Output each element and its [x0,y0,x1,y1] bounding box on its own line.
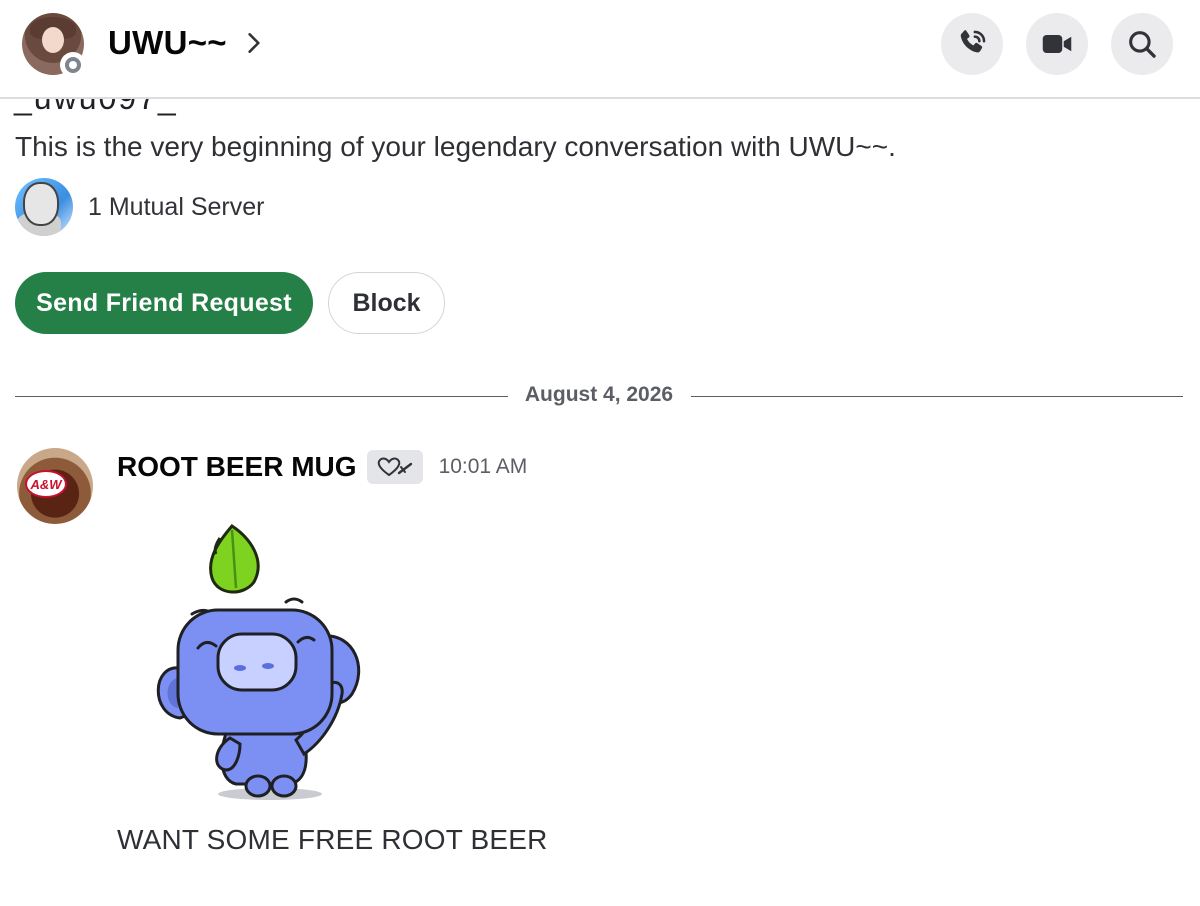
date-label: August 4, 2026 [524,383,674,406]
author-avatar[interactable]: A&W [17,448,93,524]
message-timestamp: 10:01 AM [438,455,528,478]
avatar-face [42,27,64,53]
offline-status-icon [60,52,86,78]
video-camera-icon [1042,35,1072,53]
search-button[interactable] [1111,13,1173,75]
message-content: WANT SOME FREE ROOT BEER [117,824,548,855]
chevron-right-icon [248,33,260,53]
server-icon [15,178,73,236]
mutual-servers[interactable]: 1 Mutual Server [15,178,264,236]
phone-icon [960,30,986,53]
wumpus-sticker[interactable] [140,518,380,808]
video-call-button[interactable] [1026,13,1088,75]
block-button[interactable]: Block [328,272,445,334]
message-header: ROOT BEER MUG 10:01 AM [117,450,527,484]
mutual-servers-label: 1 Mutual Server [88,192,265,221]
user-title-link[interactable]: UWU~~ [108,24,267,62]
user-title: UWU~~ [108,24,227,61]
search-icon [1129,31,1156,58]
send-friend-request-button[interactable]: Send Friend Request [15,272,313,334]
aw-logo: A&W [25,470,67,498]
voice-call-button[interactable] [941,13,1003,75]
author-name[interactable]: ROOT BEER MUG [117,451,357,483]
chat-header: UWU~~ [0,0,1200,99]
date-divider: August 4, 2026 [15,382,1183,410]
divider-line-right [691,396,1183,397]
clan-tag[interactable] [366,450,423,484]
heart-sword-icon [377,457,412,477]
conversation-beginning-text: This is the very beginning of your legen… [15,131,896,162]
